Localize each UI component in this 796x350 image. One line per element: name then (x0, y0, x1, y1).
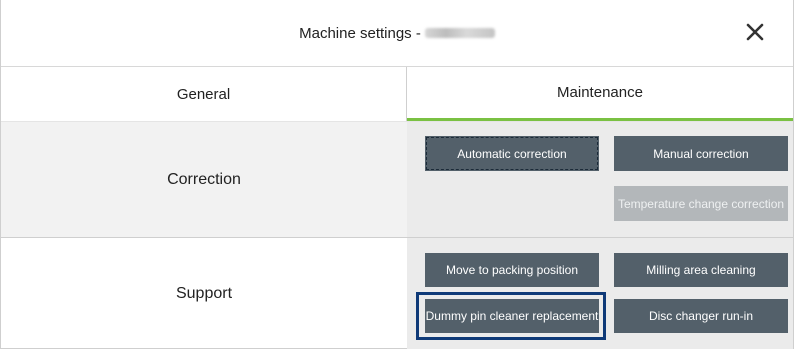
correction-panel: Automatic correction Manual correction T… (407, 122, 793, 237)
title-bar: Machine settings - (1, 0, 793, 67)
dialog-title-text: Machine settings - (299, 24, 421, 42)
tab-maintenance[interactable]: Maintenance (407, 67, 793, 121)
redacted-machine-name (424, 28, 495, 38)
tab-general[interactable]: General (1, 67, 407, 121)
dialog-title: Machine settings - (299, 25, 495, 42)
support-section: Support Move to packing position Milling… (1, 238, 793, 349)
close-icon (746, 23, 764, 41)
automatic-correction-button[interactable]: Automatic correction (425, 136, 599, 171)
support-label: Support (175, 284, 233, 302)
milling-area-cleaning-button[interactable]: Milling area cleaning (614, 253, 788, 287)
tab-bar: General Maintenance (1, 67, 793, 122)
dummy-pin-cleaner-replacement-button[interactable]: Dummy pin cleaner replacement (425, 299, 599, 333)
correction-section: Correction Automatic correction Manual c… (1, 122, 793, 238)
disc-changer-run-in-button[interactable]: Disc changer run-in (614, 299, 788, 333)
machine-settings-dialog: Machine settings - General Maintenance C… (0, 0, 794, 349)
close-button[interactable] (743, 20, 767, 44)
temperature-change-correction-button[interactable]: Temperature change correction (614, 186, 788, 221)
move-to-packing-position-button[interactable]: Move to packing position (425, 253, 599, 287)
manual-correction-button[interactable]: Manual correction (614, 136, 788, 171)
correction-label: Correction (1, 122, 407, 237)
support-panel: Move to packing position Milling area cl… (407, 238, 793, 349)
